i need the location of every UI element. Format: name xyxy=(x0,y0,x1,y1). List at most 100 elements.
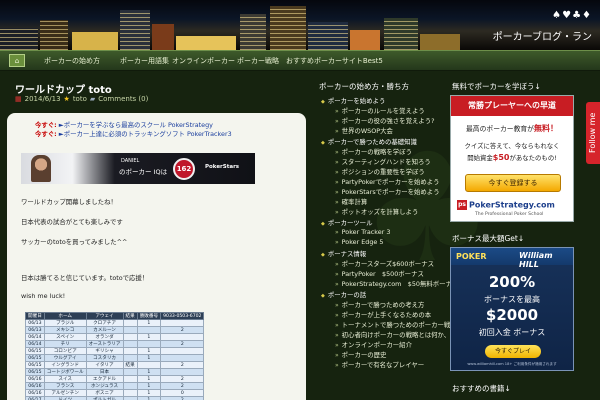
promo-label: 今すぐ: xyxy=(35,130,57,138)
skyline-building xyxy=(270,6,306,50)
sidebar-link[interactable]: ポーカーのルールを覚えよう xyxy=(335,106,425,115)
sidebar-heading: ポーカーの始め方・勝ち方 xyxy=(319,82,409,91)
sidebar-link[interactable]: ポーカーで有名なプレイヤー xyxy=(335,360,425,369)
sidebar-link[interactable]: ポーカーの役の強さを覚えよう? xyxy=(335,116,435,125)
table-cell: ブラジル xyxy=(43,319,87,327)
post-meta: ▦ 2014/6/13 ★ toto ▰ Comments (0) xyxy=(15,95,148,103)
nav-item-online-poker[interactable]: オンラインポーカー xyxy=(168,51,239,71)
table-cell xyxy=(160,354,205,362)
table-header: 勝敗番号 xyxy=(136,312,162,320)
sidebar-link[interactable]: 世界のWSOP大会 xyxy=(335,126,393,135)
main-nav: ⌂ ポーカーの始め方 ポーカー用語集 オンラインポーカー ポーカー戦略 おすすめ… xyxy=(0,50,600,71)
promo-link-pokerstrategy[interactable]: ►ポーカーを学ぶなら最高のスクール PokerStrategy xyxy=(59,121,213,129)
skyline-building xyxy=(240,14,266,50)
williamhill-ad[interactable]: POKER William HILL 200% ボーナスを最高 $2000 初回… xyxy=(450,247,574,371)
skyline-building xyxy=(40,20,68,50)
post-paragraph: ワールドカップ開幕しましたね！ xyxy=(21,198,117,206)
sidebar-link[interactable]: ポーカーで勝つための考え方 xyxy=(335,300,425,309)
table-cell: 0 xyxy=(160,389,205,397)
sidebar-link[interactable]: PartyPoker $500ボーナス xyxy=(335,269,424,278)
table-row: 06/17ドイツポルトガル 12 xyxy=(25,396,205,400)
sidebar-link[interactable]: PokerStrategy.com $50無料ボーナス xyxy=(335,279,459,288)
promo-line-strategy: 今すぐ: ►ポーカーを学ぶなら最高のスクール PokerStrategy xyxy=(35,120,213,129)
post-title[interactable]: ワールドカップ toto xyxy=(15,81,112,96)
table-cell xyxy=(160,333,205,341)
sidebar-link[interactable]: Poker Tracker 3 xyxy=(335,228,391,236)
table-row: 06/16 スイス エクアドル 1 2 xyxy=(25,375,205,383)
table-cell: 1 xyxy=(136,375,162,383)
sidebar-link[interactable]: ポーカーの歴史 xyxy=(335,350,387,359)
sidebar-link[interactable]: トーナメントで勝つためのポーカー戦略 xyxy=(335,320,457,329)
star-icon: ★ xyxy=(63,95,70,103)
sidebar-category[interactable]: ボーナス情報 xyxy=(321,249,366,258)
banner-tagline: のポーカー IQは xyxy=(119,168,168,176)
pokerstrategy-logo: ps PokerStrategy.com xyxy=(457,200,555,210)
pokerstars-banner[interactable]: DANIEL のポーカー IQは 162 PokerStars xyxy=(21,153,255,184)
sidebar-link[interactable]: スターティングハンドを知ろう xyxy=(335,157,431,166)
follow-me-tab[interactable]: Follow me xyxy=(586,102,600,164)
table-row: 06/14 チリ オーストラリア 2 xyxy=(25,340,205,348)
card-suits-icon: ♠♥♣♦ xyxy=(552,10,592,21)
promo-link-pokertracker[interactable]: ►ポーカー上達に必須のトラッキングソフト PokerTracker3 xyxy=(59,130,232,138)
nav-item-glossary[interactable]: ポーカー用語集 xyxy=(116,51,173,71)
table-cell: ギリシャ xyxy=(85,347,124,355)
sidebar-link[interactable]: 確率計算 xyxy=(335,197,368,206)
sidebar-category[interactable]: ポーカーツール xyxy=(321,218,373,227)
ad-line: 最高のポーカー教育が無料！ xyxy=(451,123,573,134)
sidebar-category[interactable]: ポーカーの話 xyxy=(321,290,366,299)
table-cell: 2 xyxy=(160,361,205,369)
sidebar-link[interactable]: PokerStarsでポーカーを始めよう xyxy=(335,187,440,196)
table-row: 06/15 コートジボワール 日本 1 xyxy=(25,368,205,376)
skyline-building xyxy=(176,36,236,50)
site-title[interactable]: ポーカーブログ・ラン xyxy=(493,28,592,43)
nav-item-strategy[interactable]: ポーカー戦略 xyxy=(233,51,283,71)
sidebar-link[interactable]: PartyPokerでポーカーを始めよう xyxy=(335,177,440,186)
post-body: 今すぐ: ►ポーカーを学ぶなら最高のスクール PokerStrategy 今すぐ… xyxy=(7,113,306,400)
home-icon[interactable]: ⌂ xyxy=(9,54,25,67)
table-header: ホーム xyxy=(43,312,87,320)
right-sidebar: 無料でポーカーを学ぼう↓ 常勝プレーヤーへの早道 最高のポーカー教育が無料！ ク… xyxy=(448,78,600,400)
table-cell: 1 xyxy=(136,333,162,341)
table-cell: 06/15 xyxy=(25,354,45,362)
ad-poker-label: POKER xyxy=(456,252,487,261)
table-cell xyxy=(160,347,205,355)
post-comments-link[interactable]: Comments (0) xyxy=(98,95,148,103)
post-paragraph: 日本は勝てると信じています。totoで応援！ xyxy=(21,274,149,282)
table-row: 06/14 スペイン オランダ 1 xyxy=(25,333,205,341)
pokerstrategy-ad[interactable]: 常勝プレーヤーへの早道 最高のポーカー教育が無料！ クイズに答えて、今ならもれな… xyxy=(450,95,574,222)
table-cell: メキシコ xyxy=(43,326,87,334)
sidebar-link[interactable]: ポーカーの戦略を学ぼう xyxy=(335,147,412,156)
table-cell: コロンビア xyxy=(43,347,87,355)
table-cell: 2 xyxy=(160,340,205,348)
sidebar-link[interactable]: ポジションの重要性を学ぼう xyxy=(335,167,425,176)
pokerstars-logo: PokerStars xyxy=(205,164,240,170)
toto-result-table: 開催日 ホーム アウェイ 結果 勝敗番号 9033-0503-6702 06/1… xyxy=(25,312,205,400)
player-photo xyxy=(31,155,51,182)
table-cell: スイス xyxy=(43,375,87,383)
sidebar-link[interactable]: ポーカースターズ$600ボーナス xyxy=(335,259,434,268)
ad-line-text: があなたのもの! xyxy=(509,154,557,162)
sidebar-link[interactable]: オンラインポーカー紹介 xyxy=(335,340,412,349)
nav-item-getting-started[interactable]: ポーカーの始め方 xyxy=(40,51,104,71)
post-author[interactable]: toto xyxy=(73,95,87,103)
table-cell: 06/13 xyxy=(25,326,45,334)
table-cell xyxy=(122,340,138,348)
post-header: ワールドカップ toto ▦ 2014/6/13 ★ toto ▰ Commen… xyxy=(7,78,306,108)
skyline-building xyxy=(72,32,118,50)
nav-item-best5[interactable]: おすすめポーカーサイトBest5 xyxy=(282,51,387,71)
play-now-button[interactable]: 今すぐプレイ xyxy=(485,345,541,358)
ad-line-text: 開始資金 xyxy=(467,154,493,162)
table-cell: チリ xyxy=(43,340,87,348)
table-cell: ウルグアイ xyxy=(43,354,87,362)
sidebar-category[interactable]: ポーカーで勝つための基礎知識 xyxy=(321,137,417,146)
sidebar-link[interactable]: ポットオッズを計算しよう xyxy=(335,207,419,216)
sidebar-heading: おすすめの書籍↓ xyxy=(452,384,511,393)
table-cell: ポルトガル xyxy=(85,396,124,400)
register-now-button[interactable]: 今すぐ登録する xyxy=(465,174,561,192)
sidebar-category[interactable]: ポーカーを始めよう xyxy=(321,96,386,105)
sidebar-link[interactable]: ポーカーが上手くなるための本 xyxy=(335,310,431,319)
promo-line-tracker: 今すぐ: ►ポーカー上達に必須のトラッキングソフト PokerTracker3 xyxy=(35,129,232,138)
table-cell: 結果 xyxy=(122,361,138,369)
post-paragraph: wish me luck! xyxy=(21,292,66,300)
sidebar-link[interactable]: Poker Edge 5 xyxy=(335,238,384,246)
